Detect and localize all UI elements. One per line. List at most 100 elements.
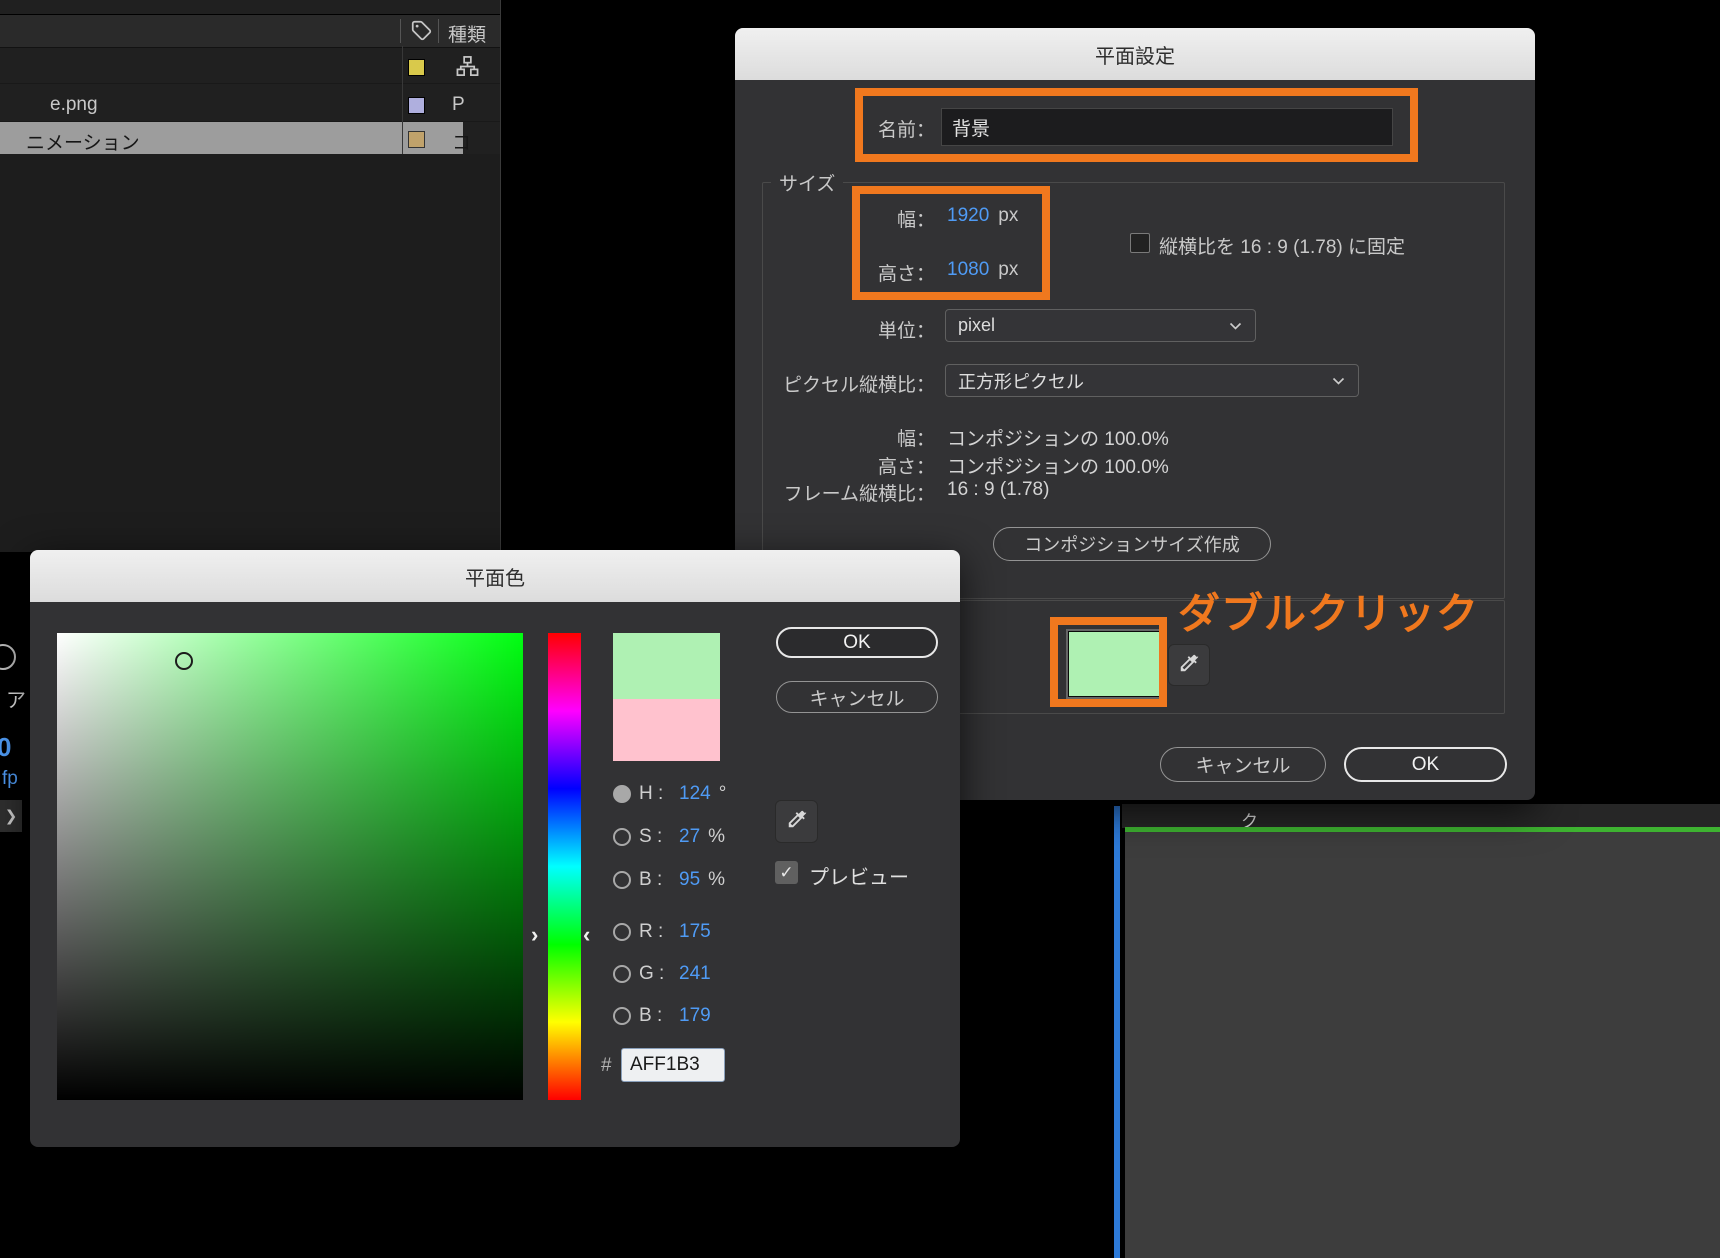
g-label: G : <box>639 963 665 984</box>
r-value[interactable]: 175 <box>679 921 711 943</box>
b-unit: % <box>708 869 726 890</box>
left-strip: ア 0 fp ❯ <box>0 560 28 1160</box>
red-field-row[interactable]: R : 175 <box>613 920 711 944</box>
hue-slider[interactable] <box>548 633 581 1100</box>
g-value[interactable]: 241 <box>679 963 711 985</box>
h-unit: ° <box>718 783 727 804</box>
eyedropper-button[interactable] <box>775 800 818 843</box>
units-label: 単位： <box>877 321 935 342</box>
project-row-selected[interactable]: ニメーション コ <box>0 122 471 154</box>
chevron-down-icon <box>1228 315 1243 336</box>
h-label: H : <box>639 783 664 804</box>
layer-color-swatch[interactable] <box>408 59 425 76</box>
previous-color-preview <box>613 699 720 761</box>
item-type: P <box>452 94 465 115</box>
dialog-title[interactable]: 平面設定 <box>735 28 1535 80</box>
layer-color-swatch[interactable] <box>408 97 425 114</box>
timeline-track-area[interactable] <box>1125 832 1720 1258</box>
label-tag-icon[interactable] <box>411 20 432 46</box>
brightness-field-row[interactable]: B : 95 % <box>613 868 725 892</box>
b-value[interactable]: 95 <box>679 869 700 891</box>
cancel-button[interactable]: キャンセル <box>1160 747 1326 782</box>
ok-button[interactable]: OK <box>1344 747 1507 782</box>
column-divider[interactable] <box>438 19 439 43</box>
cancel-button[interactable]: キャンセル <box>776 681 938 713</box>
info-width-value: コンポジションの 100.0% <box>947 429 1169 450</box>
radio-icon[interactable] <box>613 871 631 889</box>
saturation-brightness-field[interactable] <box>57 633 523 1100</box>
blue-field-row[interactable]: B : 179 <box>613 1004 711 1028</box>
eyedropper-icon <box>1178 652 1200 679</box>
pixel-aspect-value: 正方形ピクセル <box>958 371 1084 392</box>
aspect-lock-label: 縦横比を 16 : 9 (1.78) に固定 <box>1159 237 1406 258</box>
new-color-preview <box>613 633 720 699</box>
current-time-indicator[interactable] <box>1114 806 1120 1258</box>
radio-icon[interactable] <box>613 1007 631 1025</box>
clipped-value[interactable]: 0 <box>0 732 11 763</box>
h-value[interactable]: 124 <box>679 783 711 805</box>
type-column-header[interactable]: 種類 <box>448 20 486 47</box>
timeline-header-strip[interactable]: ク <box>1122 804 1720 831</box>
pixel-aspect-dropdown[interactable]: 正方形ピクセル <box>945 364 1359 397</box>
annotation-rect-size <box>852 186 1050 300</box>
item-type: コ <box>452 133 472 154</box>
units-value: pixel <box>958 315 996 335</box>
item-name: ニメーション <box>26 133 140 154</box>
size-group-label: サイズ <box>771 169 844 196</box>
hue-field-row[interactable]: H : 124 ° <box>613 782 726 806</box>
stopwatch-icon[interactable] <box>0 644 16 670</box>
column-divider[interactable] <box>400 19 401 43</box>
hue-indicator-right-icon[interactable]: ‹ <box>583 924 590 946</box>
b-label: B : <box>639 869 663 890</box>
check-icon: ✓ <box>779 862 794 882</box>
info-height-label: 高さ： <box>877 457 935 478</box>
project-row[interactable]: e.png P <box>0 88 500 122</box>
preview-label: プレビュー <box>809 867 909 889</box>
annotation-rect-color <box>1050 617 1167 707</box>
hex-input[interactable] <box>621 1048 725 1082</box>
info-height-value: コンポジションの 100.0% <box>947 457 1169 478</box>
s-unit: % <box>708 826 726 847</box>
units-dropdown[interactable]: pixel <box>945 309 1256 342</box>
radio-selected-icon[interactable] <box>613 785 631 803</box>
clipped-label: ア <box>6 690 26 712</box>
green-field-row[interactable]: G : 241 <box>613 962 711 986</box>
composition-icon <box>456 55 479 83</box>
s-label: S : <box>639 826 663 847</box>
eyedropper-button[interactable] <box>1168 644 1210 686</box>
chevron-down-icon <box>1331 370 1346 391</box>
expand-chevron-button[interactable]: ❯ <box>0 800 22 832</box>
make-comp-size-button[interactable]: コンポジションサイズ作成 <box>993 527 1271 561</box>
color-picker-dialog: 平面色 › ‹ H : 124 ° S : 27 % B : 95 % R : … <box>30 550 960 1147</box>
saturation-field-row[interactable]: S : 27 % <box>613 825 725 849</box>
frame-aspect-label: フレーム縦横比： <box>783 484 935 505</box>
panel-empty-area <box>0 154 500 552</box>
hex-prefix-label: # <box>601 1055 612 1076</box>
clipped-fps-value[interactable]: fp <box>2 768 18 790</box>
chevron-right-icon: ❯ <box>4 808 18 825</box>
s-value[interactable]: 27 <box>679 826 700 848</box>
radio-icon[interactable] <box>613 828 631 846</box>
double-click-annotation: ダブルクリック <box>1178 590 1480 637</box>
r-label: R : <box>639 921 664 942</box>
info-width-label: 幅： <box>896 429 935 450</box>
project-panel: 種類 e.png P ニメーション コ <box>0 0 501 552</box>
color-position-marker[interactable] <box>175 652 193 670</box>
layer-color-swatch[interactable] <box>408 131 425 148</box>
eyedropper-icon <box>786 808 808 835</box>
item-name: e.png <box>50 94 98 115</box>
project-panel-header: 種類 <box>0 14 500 48</box>
pixel-aspect-label: ピクセル縦横比： <box>782 375 935 396</box>
radio-icon[interactable] <box>613 965 631 983</box>
frame-aspect-value: 16 : 9 (1.78) <box>947 479 1050 500</box>
radio-icon[interactable] <box>613 923 631 941</box>
b2-label: B : <box>639 1005 663 1026</box>
dialog-title[interactable]: 平面色 <box>30 550 960 602</box>
preview-checkbox[interactable]: ✓ <box>775 861 798 884</box>
hue-indicator-left-icon[interactable]: › <box>531 924 538 946</box>
b2-value[interactable]: 179 <box>679 1005 711 1027</box>
aspect-lock-checkbox[interactable] <box>1130 233 1150 253</box>
ok-button[interactable]: OK <box>776 627 938 658</box>
annotation-rect-name <box>855 88 1418 162</box>
project-row[interactable] <box>0 50 500 84</box>
